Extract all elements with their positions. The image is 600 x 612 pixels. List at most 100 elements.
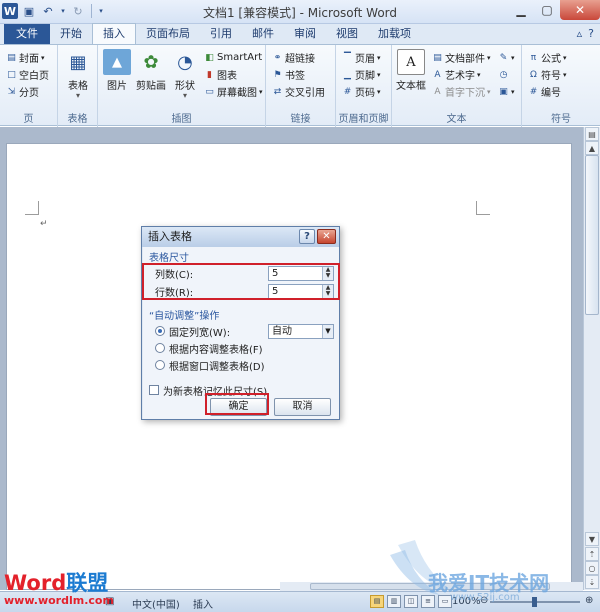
autofit-content-radio[interactable]: [155, 343, 165, 353]
bookmark-button[interactable]: ⚑ 书签: [272, 67, 305, 83]
equation-button[interactable]: π 公式 ▾: [528, 50, 567, 66]
group-label-pages: 页: [23, 114, 34, 125]
autofit-content-option[interactable]: 根据内容调整表格(F): [155, 340, 337, 356]
wordart-icon: A: [434, 69, 441, 80]
maximize-icon[interactable]: ▢: [534, 0, 560, 20]
group-label-symbols: 符号: [551, 114, 571, 125]
insert-table-dialog: 插入表格 ? ✕ 表格尺寸 列数(C): 5 ▲ ▼ 行数(R): 5 ▲ ▼ “自…: [141, 226, 340, 420]
tab-references[interactable]: 引用: [200, 24, 242, 44]
numbering-icon: #: [529, 86, 538, 97]
fixed-width-select[interactable]: 自动 ▼: [268, 324, 334, 339]
fixed-width-label: 固定列宽(W):: [169, 327, 231, 339]
symbol-button[interactable]: Ω 符号 ▾: [528, 67, 566, 83]
page-break-icon: ⇲: [7, 86, 16, 97]
ribbon-insert: ▤ 封面 ▾ □ 空白页 ⇲ 分页 页 ▦ 表格 ▾ 表格 ▲ 图片 ✿ 剪贴画 ◔ 形…: [0, 44, 600, 127]
footer-button[interactable]: ▁ 页脚 ▾: [342, 67, 380, 83]
page-number-button[interactable]: # 页码 ▾: [342, 84, 381, 100]
chevron-down-icon[interactable]: ▼: [322, 325, 333, 338]
group-tables: ▦ 表格 ▾ 表格: [58, 45, 98, 127]
bookmark-icon: ⚑: [273, 69, 282, 80]
close-window-icon[interactable]: ✕: [560, 0, 600, 20]
header-button[interactable]: ▔ 页眉 ▾: [342, 50, 380, 66]
language-status[interactable]: 中文(中国): [132, 596, 180, 611]
insert-mode-status[interactable]: 插入: [193, 596, 213, 611]
smartart-icon: ◧: [205, 52, 214, 63]
date-time-icon[interactable]: ◷: [498, 67, 509, 82]
watermark-union: 联盟: [66, 571, 109, 595]
cancel-button[interactable]: 取消: [274, 398, 331, 416]
equation-icon: π: [530, 52, 537, 63]
clipart-button[interactable]: ✿ 剪贴画: [134, 49, 168, 93]
minimize-icon[interactable]: ▁: [508, 0, 534, 20]
watermark-wordlm: Word联盟 www.wordlm.com: [4, 572, 114, 607]
picture-button[interactable]: ▲ 图片: [100, 49, 134, 92]
scroll-thumb[interactable]: [585, 155, 599, 315]
quick-parts-icon: ▤: [433, 52, 442, 63]
omega-icon: Ω: [530, 69, 537, 80]
tab-mailings[interactable]: 邮件: [242, 24, 284, 44]
quick-parts-button[interactable]: ▤ 文档部件 ▾: [432, 50, 490, 66]
tab-addins[interactable]: 加载项: [368, 24, 421, 44]
object-icon[interactable]: ▣ ▾: [498, 84, 514, 99]
remember-size-checkbox[interactable]: [149, 385, 159, 395]
autofit-window-label: 根据窗口调整表格(D): [169, 361, 265, 373]
shapes-button[interactable]: ◔ 形状 ▾: [168, 49, 202, 100]
group-label-illustrations: 插图: [171, 114, 192, 125]
dialog-close-icon[interactable]: ✕: [317, 229, 336, 244]
page-break-button[interactable]: ⇲ 分页: [6, 84, 39, 100]
autofit-section: “自动调整”操作: [149, 311, 220, 322]
vertical-scrollbar[interactable]: ▤ ▲ ▼ ⇡ ○ ⇣: [583, 127, 600, 590]
cross-reference-button[interactable]: ⇄ 交叉引用: [272, 84, 325, 100]
margin-corner-top-left: [25, 201, 39, 215]
tab-review[interactable]: 审阅: [284, 24, 326, 44]
footer-icon: ▁: [344, 69, 351, 80]
watermark-word: Word: [4, 571, 67, 595]
tab-view[interactable]: 视图: [326, 24, 368, 44]
dialog-help-icon[interactable]: ?: [299, 229, 315, 244]
autofit-window-option[interactable]: 根据窗口调整表格(D): [155, 357, 337, 373]
tab-insert[interactable]: 插入: [92, 23, 136, 44]
hyperlink-button[interactable]: ⚭ 超链接: [272, 50, 315, 66]
watermark-site-url: www.52ij.com: [450, 592, 520, 603]
page-number-icon: #: [343, 86, 352, 97]
chart-button[interactable]: ▮ 图表: [204, 67, 237, 83]
blank-page-button[interactable]: □ 空白页: [6, 67, 49, 83]
group-header-footer: ▔ 页眉 ▾ ▁ 页脚 ▾ # 页码 ▾ 页眉和页脚: [336, 45, 392, 127]
table-size-section: 表格尺寸: [149, 253, 189, 264]
numbering-button[interactable]: # 编号: [528, 84, 561, 100]
tab-file[interactable]: 文件: [4, 24, 50, 44]
blank-page-icon: □: [7, 69, 16, 80]
table-icon: ▦: [69, 51, 87, 73]
drop-cap-button[interactable]: A 首字下沉 ▾: [432, 84, 490, 100]
smartart-button[interactable]: ◧ SmartArt: [204, 50, 262, 65]
screenshot-button[interactable]: ▭ 屏幕截图 ▾: [204, 84, 262, 100]
chart-icon: ▮: [207, 69, 212, 80]
cover-page-button[interactable]: ▤ 封面 ▾: [6, 50, 44, 66]
screenshot-icon: ▭: [205, 86, 214, 97]
window-controls: ▁ ▢ ✕: [508, 0, 600, 20]
wordart-button[interactable]: A 艺术字 ▾: [432, 67, 480, 83]
table-button[interactable]: ▦ 表格 ▾: [61, 49, 95, 100]
hyperlink-icon: ⚭: [273, 52, 282, 63]
scroll-up-icon[interactable]: ▲: [585, 141, 599, 155]
signature-line-icon[interactable]: ✎ ▾: [498, 50, 515, 65]
ruler-toggle-icon[interactable]: ▤: [585, 127, 599, 141]
group-label-tables: 表格: [67, 114, 88, 125]
title-bar: W ▣ ↶ ▾ ↻ ▾ 文档1 [兼容模式] - Microsoft Word …: [0, 0, 600, 24]
group-label-text: 文本: [446, 114, 467, 125]
picture-icon: ▲: [103, 49, 131, 75]
help-icon[interactable]: ?: [588, 27, 594, 40]
group-symbols: π 公式 ▾ Ω 符号 ▾ # 编号 符号: [522, 45, 600, 127]
group-text: A 文本框 ▤ 文档部件 ▾ A 艺术字 ▾ A 首字下沉 ▾ ✎ ▾ ◷ ▣ ▾ 文本: [392, 45, 522, 127]
highlight-size-fields: [142, 263, 340, 300]
autofit-content-label: 根据内容调整表格(F): [169, 344, 263, 356]
ribbon-tab-bar: 文件 开始 插入 页面布局 引用 邮件 审阅 视图 加载项 ▵ ?: [0, 23, 600, 44]
textbox-icon: A: [397, 49, 425, 75]
fixed-width-radio[interactable]: [155, 326, 165, 336]
group-label-header-footer: 页眉和页脚: [338, 114, 389, 125]
textbox-button[interactable]: A 文本框: [394, 49, 428, 92]
tab-page-layout[interactable]: 页面布局: [136, 24, 200, 44]
tab-home[interactable]: 开始: [50, 24, 92, 44]
minimize-ribbon-icon[interactable]: ▵: [577, 27, 583, 40]
autofit-window-radio[interactable]: [155, 360, 165, 370]
